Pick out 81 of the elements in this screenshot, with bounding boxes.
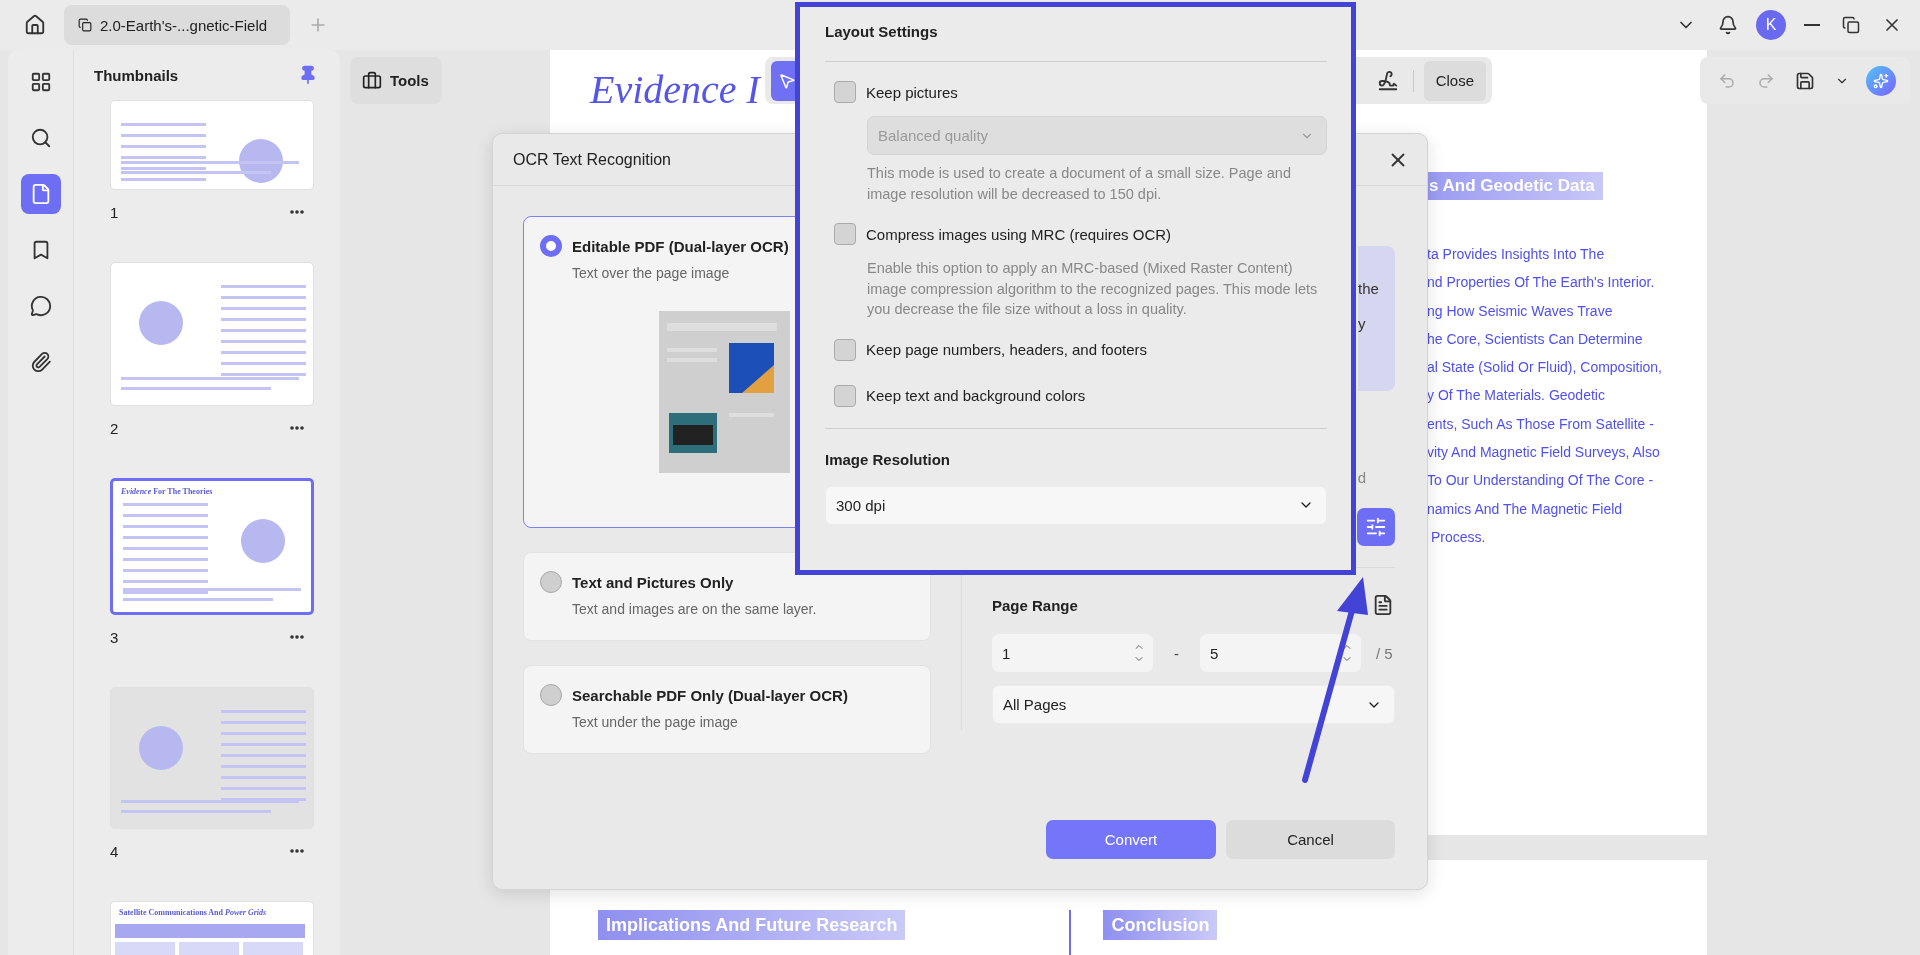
- panel-title: Layout Settings: [825, 22, 939, 42]
- page-number: 3: [110, 628, 119, 646]
- page-total: / 5: [1376, 644, 1393, 662]
- bell-icon: [1718, 15, 1738, 35]
- more-icon: [290, 849, 304, 853]
- thumbnail-heading: Evidence For The Theories: [121, 487, 213, 496]
- paperclip-icon: [29, 351, 52, 373]
- option-title: Text and Pictures Only: [572, 573, 734, 591]
- checkbox[interactable]: [834, 338, 856, 361]
- section-heading: Conclusion: [1103, 910, 1218, 940]
- radio-button[interactable]: [540, 235, 562, 257]
- body-text-line: ta Provides Insights Into The: [1427, 245, 1606, 264]
- body-text-line: ents, Such As Those From Satellite -: [1427, 414, 1655, 434]
- checkbox[interactable]: [834, 81, 856, 103]
- cursor-icon: [778, 71, 796, 90]
- user-avatar[interactable]: K: [1756, 10, 1786, 40]
- page-number: 1: [110, 203, 119, 221]
- page-number: 4: [110, 842, 119, 860]
- body-text-line: al State (Solid Or Fluid), Composition,: [1427, 358, 1662, 378]
- option-title: Editable PDF (Dual-layer OCR): [572, 237, 789, 255]
- sparkle-icon: [1872, 72, 1889, 89]
- hint-text: d: [1357, 469, 1366, 486]
- sliders-icon: [1365, 516, 1387, 538]
- body-text-line: Process.: [1429, 527, 1487, 547]
- option-description: Text over the page image: [572, 265, 730, 281]
- undo-icon: [1718, 71, 1737, 90]
- assistant-button[interactable]: [1865, 65, 1896, 96]
- page-number: 2: [110, 419, 119, 437]
- checkbox[interactable]: [834, 384, 856, 407]
- radio-button[interactable]: [540, 684, 562, 706]
- option-description: Text under the page image: [572, 714, 738, 730]
- ocr-mode-option[interactable]: Text and Pictures Only Text and images are on the same layer.: [523, 552, 931, 641]
- ocr-mode-option[interactable]: Searchable PDF Only (Dual-layer OCR) Text under the page image: [523, 665, 931, 754]
- info-text: the: [1358, 280, 1380, 297]
- thumbnail-heading: Satellite Communications And Power Grids: [119, 908, 267, 917]
- body-text-line: To Our Understanding Of The Core -: [1427, 471, 1655, 491]
- option-label: Keep pictures: [866, 83, 958, 101]
- radio-button[interactable]: [540, 571, 562, 593]
- grid-icon: [29, 71, 52, 93]
- pin-icon: [298, 65, 318, 85]
- tools-button[interactable]: Tools: [350, 57, 442, 104]
- option-description: Text and images are on the same layer.: [572, 601, 817, 617]
- info-text: y: [1358, 315, 1367, 332]
- close-tools-button[interactable]: Close: [1423, 60, 1486, 101]
- body-text-line: he Core, Scientists Can Determine: [1427, 329, 1644, 349]
- home-icon: [24, 14, 46, 36]
- dialog-title: OCR Text Recognition: [513, 150, 671, 169]
- search-icon: [29, 127, 52, 149]
- section-heading: Implications And Future Research: [598, 910, 906, 940]
- more-icon: [290, 635, 304, 639]
- body-text-line: ng How Seismic Waves Trave: [1427, 301, 1614, 321]
- page-thumbnail[interactable]: Satellite Communications And Power Grids: [110, 901, 314, 955]
- panel-title: Thumbnails: [94, 66, 179, 84]
- document-tab[interactable]: 2.0-Earth's-...gnetic-Field: [64, 5, 290, 45]
- redo-icon: [1756, 71, 1775, 90]
- end-page-field[interactable]: 5: [1200, 634, 1361, 672]
- more-icon: [290, 210, 304, 214]
- body-text-line: namics And The Magnetic Field: [1427, 499, 1624, 519]
- option-description: This mode is used to create a document of a small size. Page and image resolution will be decreased to 150 dpi.: [867, 164, 1292, 204]
- more-icon: [290, 426, 304, 430]
- option-title: Searchable PDF Only (Dual-layer OCR): [572, 686, 848, 704]
- resolution-select[interactable]: 300 dpi: [825, 485, 1327, 525]
- layout-settings-button[interactable]: [1357, 508, 1395, 546]
- signature-icon: [1376, 69, 1399, 92]
- minimize-icon: [1804, 24, 1820, 26]
- body-text-line: nd Properties Of The Earth's Interior.: [1427, 273, 1656, 293]
- page-scope-select[interactable]: All Pages: [992, 685, 1395, 724]
- cancel-button[interactable]: Cancel: [1226, 820, 1395, 859]
- save-icon: [1794, 70, 1815, 91]
- convert-button[interactable]: Convert: [1046, 820, 1216, 859]
- restore-icon: [1842, 16, 1860, 34]
- page-title: Evidence I: [590, 66, 760, 113]
- section-heading: s And Geodetic Data: [1425, 172, 1603, 200]
- range-separator: -: [1173, 644, 1180, 662]
- start-page-field[interactable]: 1: [992, 634, 1153, 672]
- body-text-line: vity And Magnetic Field Surveys, Also: [1427, 443, 1661, 463]
- toolbox-icon: [362, 70, 382, 91]
- page-thumbnail[interactable]: Evidence For The Theories: [110, 478, 314, 615]
- comment-icon: [29, 295, 52, 317]
- checkbox[interactable]: [834, 223, 856, 245]
- section-label: Page Range: [992, 596, 1078, 614]
